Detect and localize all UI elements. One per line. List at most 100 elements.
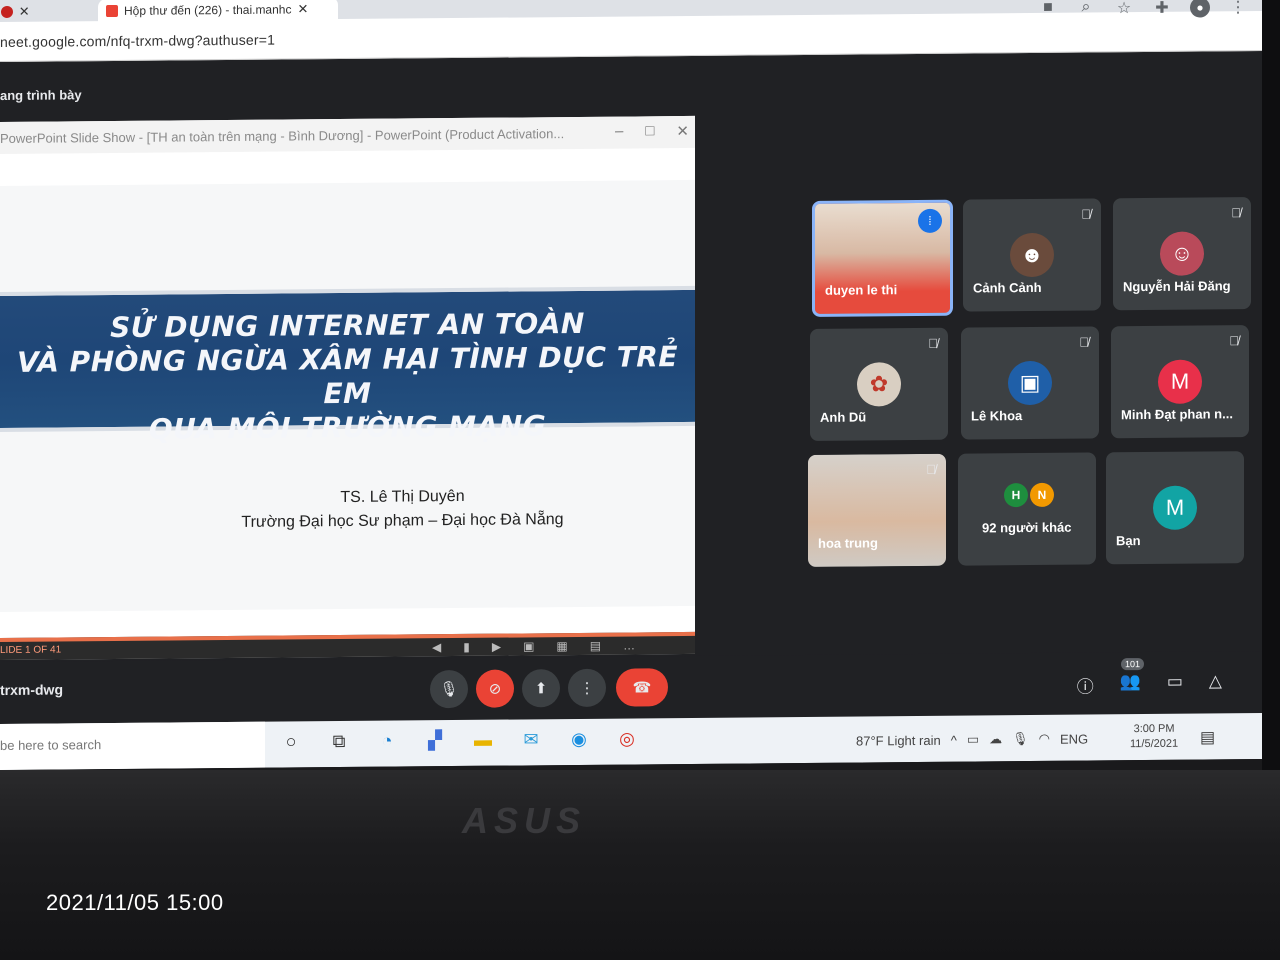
participant-name: Minh Đạt phan n... [1121,406,1233,423]
participant-name: Nguyễn Hải Đăng [1123,278,1231,295]
chevron-up-icon[interactable]: ^ [951,732,957,747]
task-view-icon[interactable]: ⧉ [326,731,352,752]
participant-name: Cảnh Cảnh [973,279,1042,296]
grid-view-icon[interactable]: ▦ [556,639,567,653]
mic-off-icon: 🎙̸ [928,335,938,351]
camera-off-button[interactable]: ⊘ [476,669,514,708]
file-explorer-icon[interactable]: ▬ [470,730,496,751]
participant-chips: H N [1004,482,1054,508]
mic-off-icon: 🎙̸ [1081,206,1091,222]
title-banner: SỬ DỤNG INTERNET AN TOÀN VÀ PHÒNG NGỪA X… [0,285,695,446]
laptop-bezel [0,770,1280,960]
participant-name: Bạn [1116,533,1141,549]
meet-control-bar: trxm-dwg 🎙 ⊘ ⬆ ⋮ ☎ 101 ⓘ 👥 ▭ △ [0,650,1262,724]
participant-tile[interactable]: 🎙̸ ▣ Lê Khoa [961,326,1099,440]
camera-off-icon: ⊘ [488,680,502,698]
notification-icon[interactable]: ▤ [1200,727,1215,747]
participant-tile[interactable]: 🎙̸ M Minh Đạt phan n... [1111,325,1249,439]
participant-tile-self[interactable]: M Bạn [1106,451,1244,565]
participant-tile-presenter[interactable]: ⦙ duyen le thi [812,199,953,317]
taskbar-search-box[interactable]: be here to search [0,721,265,770]
language-indicator[interactable]: ENG [1060,731,1088,746]
pen-icon[interactable]: ▮ [463,640,470,654]
participant-tile[interactable]: 🎙̸ ☻ Cảnh Cảnh [963,198,1101,312]
end-call-button[interactable]: ☎ [616,668,668,707]
participant-tile[interactable]: 🎙̸ ☺ Nguyễn Hải Đăng [1113,197,1251,311]
menu-icon[interactable]: ⋮ [1228,0,1248,17]
powerpoint-titlebar: PowerPoint Slide Show - [TH an toàn trên… [0,115,695,154]
next-slide-icon[interactable]: ▶ [492,640,501,654]
star-icon[interactable]: ☆ [1114,0,1134,18]
info-icon[interactable]: ⓘ [1077,672,1094,697]
mic-off-icon: 🎙̸ [926,461,936,477]
participant-chip: H [1004,483,1028,508]
battery-icon[interactable]: ▭ [967,731,979,747]
extensions-icon[interactable]: ✚ [1152,0,1172,18]
close-icon[interactable]: ✕ [676,122,689,140]
app-icon[interactable]: ▞ [422,730,448,751]
laptop-brand-logo: ASUS [462,800,587,841]
maximize-icon[interactable]: □ [645,122,654,140]
participant-tile-others[interactable]: H N 92 người khác [958,452,1096,566]
window-controls: – □ ✕ [615,122,689,141]
address-bar[interactable]: neet.google.com/nfq-trxm-dwg?authuser=1 [0,32,275,50]
hang-up-icon: ☎ [632,679,652,697]
present-button[interactable]: ⬆ [522,669,560,708]
avatar: M [1158,359,1202,404]
weather-text[interactable]: 87°F Light rain [856,732,941,748]
mic-off-icon: 🎙̸ [1229,333,1239,349]
people-icon[interactable]: 👥 [1120,672,1141,697]
chrome-icon[interactable]: ◎ [614,728,640,749]
more-options-icon[interactable]: … [623,638,635,652]
mic-icon[interactable]: 🎙 [1012,731,1029,747]
zalo-icon[interactable]: ◉ [566,729,592,750]
mic-off-icon: 🎙̸ [1231,205,1241,221]
microphone-icon: 🎙 [439,680,459,699]
screen-frame-edge [1262,0,1280,770]
chat-icon[interactable]: ▭ [1167,672,1183,697]
avatar: ☺ [1160,231,1204,276]
speaking-indicator-icon: ⦙ [918,208,942,233]
slide-title-line-3: QUA MÔI TRƯỜNG MẠNG [148,409,547,446]
close-icon[interactable]: ✕ [297,1,308,17]
clock-date: 11/5/2021 [1130,737,1179,751]
profile-avatar-icon[interactable]: ● [1190,0,1210,18]
windows-taskbar: be here to search ○ ⧉ ◔ ▞ ▬ ✉ ◉ ◎ 87°F L… [0,712,1262,770]
slide-title-line-2: VÀ PHÒNG NGỪA XÂM HẠI TÌNH DỤC TRẺ EM [16,340,678,411]
activities-icon[interactable]: △ [1209,671,1222,696]
previous-slide-icon[interactable]: ◀ [432,640,441,654]
participant-tile[interactable]: 🎙̸ ✿ Anh Dũ [810,327,948,441]
wifi-icon[interactable]: ◠ [1039,731,1050,747]
slideshow-control-bar: LIDE 1 OF 41 ◀ ▮ ▶ ▣ ▦ ▤ … [0,631,695,660]
participant-name: Lê Khoa [971,408,1023,424]
edge-icon[interactable]: ◔ [374,731,400,752]
microphone-button[interactable]: 🎙 [430,669,468,709]
zoom-icon[interactable]: ⌕ [1076,0,1096,19]
participant-chip: N [1030,482,1054,508]
cortana-icon[interactable]: ○ [278,731,304,752]
taskbar-apps: ○ ⧉ ◔ ▞ ▬ ✉ ◉ ◎ [278,728,640,752]
more-options-button[interactable]: ⋮ [568,668,606,708]
minimize-icon[interactable]: – [615,123,623,141]
slide-canvas: SỬ DỤNG INTERNET AN TOÀN VÀ PHÒNG NGỪA X… [0,179,695,613]
mail-icon[interactable]: ✉ [518,729,544,750]
onedrive-icon[interactable]: ☁ [989,731,1002,747]
powerpoint-window-title: PowerPoint Slide Show - [TH an toàn trên… [0,125,565,146]
camera-icon[interactable]: ■ [1038,0,1058,19]
more-vert-icon: ⋮ [579,679,595,697]
slideshow-controls: ◀ ▮ ▶ ▣ ▦ ▤ … [432,638,635,654]
participant-name: hoa trung [818,535,878,551]
presenting-label: ang trình bày [0,87,82,103]
slide-title: SỬ DỤNG INTERNET AN TOÀN VÀ PHÒNG NGỪA X… [0,306,695,448]
clock-time: 3:00 PM [1133,722,1175,736]
participant-tile[interactable]: 🎙̸ hoa trung [808,453,946,567]
powerpoint-window: PowerPoint Slide Show - [TH an toàn trên… [0,115,695,661]
gmail-icon [106,4,118,18]
tab-2-label: Hộp thư đến (226) - thai.manhc [124,2,292,18]
close-icon[interactable]: ✕ [19,4,30,20]
avatar: M [1153,485,1197,530]
taskbar-clock[interactable]: 3:00 PM 11/5/2021 [1130,722,1178,752]
search-placeholder: be here to search [0,737,102,753]
zoom-slide-icon[interactable]: ▣ [523,639,534,653]
subtitles-icon[interactable]: ▤ [590,639,601,653]
